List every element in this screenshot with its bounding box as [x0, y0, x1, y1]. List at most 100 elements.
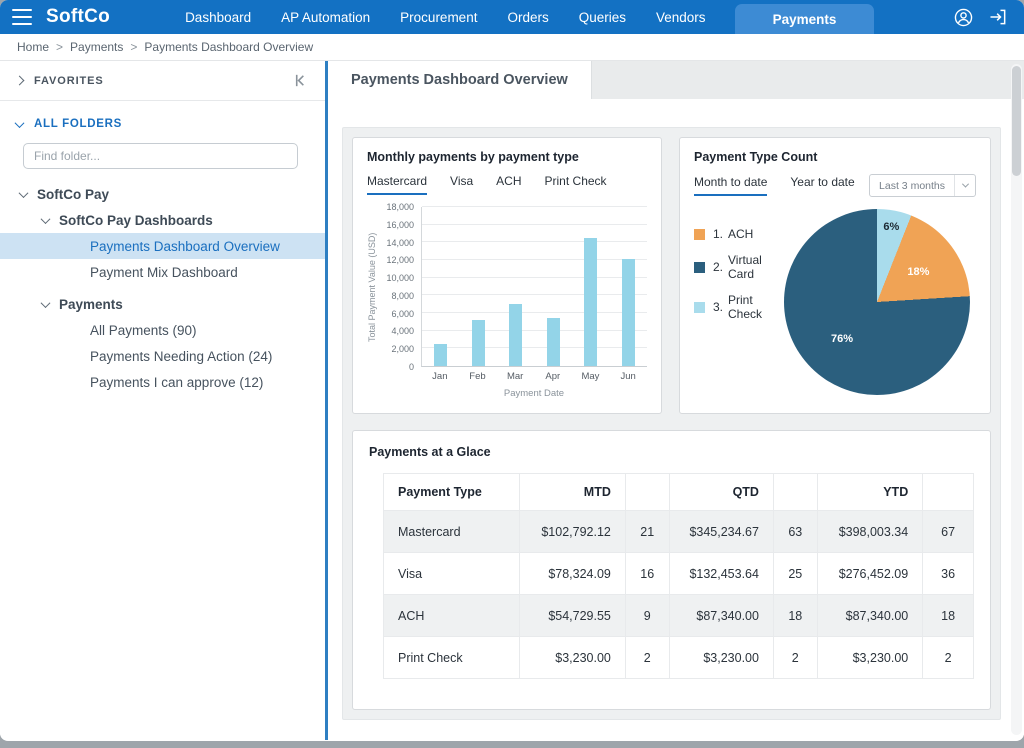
tree-item-payments[interactable]: Payments	[0, 291, 325, 317]
payment-type-cell: Visa	[384, 553, 520, 595]
top-nav-items: DashboardAP AutomationProcurementOrdersQ…	[170, 0, 874, 34]
table-header-ytd: YTD	[817, 474, 923, 511]
nav-item-queries[interactable]: Queries	[564, 0, 641, 34]
legend-label: ACH	[728, 227, 753, 241]
legend-number: 3.	[713, 300, 723, 314]
menu-icon[interactable]	[12, 9, 32, 25]
value-cell: $132,453.64	[669, 553, 773, 595]
legend-swatch	[694, 302, 705, 313]
tree-item-softco-pay[interactable]: SoftCo Pay	[0, 181, 325, 207]
value-cell: 2	[923, 637, 974, 679]
tree-item-payment-mix-dashboard[interactable]: Payment Mix Dashboard	[0, 259, 325, 285]
x-axis-tick-label: May	[575, 371, 605, 382]
value-cell: $102,792.12	[519, 511, 625, 553]
months-filter-dropdown[interactable]: Last 3 months	[869, 174, 976, 197]
nav-item-procurement[interactable]: Procurement	[385, 0, 492, 34]
chart-tab-print-check[interactable]: Print Check	[545, 174, 607, 195]
value-cell: 63	[773, 511, 817, 553]
value-cell: 36	[923, 553, 974, 595]
table-header-count-6	[923, 474, 974, 511]
chart-tab-mastercard[interactable]: Mastercard	[367, 174, 427, 195]
legend-swatch	[694, 262, 705, 273]
y-axis-tick-label: 2,000	[391, 344, 414, 354]
value-cell: 18	[923, 595, 974, 637]
legend-swatch	[694, 229, 705, 240]
tab-payments-dashboard-overview[interactable]: Payments Dashboard Overview	[328, 61, 592, 99]
chart-tab-ach[interactable]: ACH	[496, 174, 521, 195]
tree-item-softco-pay-dashboards[interactable]: SoftCo Pay Dashboards	[0, 207, 325, 233]
nav-item-vendors[interactable]: Vendors	[641, 0, 721, 34]
chevron-down-icon[interactable]	[15, 118, 25, 128]
tree-item-payments-needing-action-24[interactable]: Payments Needing Action (24)	[0, 343, 325, 369]
y-axis-tick-label: 12,000	[386, 255, 414, 265]
value-cell: 25	[773, 553, 817, 595]
all-folders-section[interactable]: ALL FOLDERS	[0, 101, 325, 130]
value-cell: $345,234.67	[669, 511, 773, 553]
bar-mar	[509, 304, 522, 366]
nav-item-dashboard[interactable]: Dashboard	[170, 0, 266, 34]
favorites-section[interactable]: FAVORITES	[0, 61, 325, 100]
tree-item-payments-dashboard-overview[interactable]: Payments Dashboard Overview	[0, 233, 325, 259]
chevron-down-icon[interactable]	[41, 298, 51, 308]
tree-item-label: Payment Mix Dashboard	[90, 265, 238, 280]
legend-label: Virtual Card	[728, 253, 784, 281]
breadcrumb-item-payments[interactable]: Payments	[70, 40, 123, 54]
tree-item-all-payments-90[interactable]: All Payments (90)	[0, 317, 325, 343]
tree-item-label: Payments Dashboard Overview	[90, 239, 280, 254]
nav-item-orders[interactable]: Orders	[492, 0, 563, 34]
chart-tab-visa[interactable]: Visa	[450, 174, 473, 195]
table-header-count-2	[625, 474, 669, 511]
logout-icon[interactable]	[988, 7, 1008, 27]
table-row: Print Check$3,230.002$3,230.002$3,230.00…	[384, 637, 974, 679]
payment-type-cell: Print Check	[384, 637, 520, 679]
find-folder-input[interactable]	[23, 143, 298, 169]
value-cell: $276,452.09	[817, 553, 923, 595]
table-row: ACH$54,729.559$87,340.0018$87,340.0018	[384, 595, 974, 637]
bar-chart: Total Payment Value (USD) 18,00016,00014…	[367, 207, 647, 399]
pie-legend: 1.ACH2.Virtual Card3.Print Check	[694, 227, 784, 395]
bar-jan	[434, 344, 447, 366]
table-header-payment-type: Payment Type	[384, 474, 520, 511]
scrollbar-thumb[interactable]	[1012, 66, 1021, 176]
value-cell: 21	[625, 511, 669, 553]
app-window: SoftCo DashboardAP AutomationProcurement…	[0, 0, 1024, 741]
dropdown-value: Last 3 months	[879, 180, 945, 192]
bar-apr	[547, 318, 560, 366]
card-payment-type-count: Payment Type Count Month to dateYear to …	[679, 137, 991, 414]
x-axis-tick-label: Mar	[500, 371, 530, 382]
main-content: Payments Dashboard Overview Monthly paym…	[328, 61, 1024, 740]
value-cell: $87,340.00	[817, 595, 923, 637]
favorites-label: FAVORITES	[34, 75, 292, 87]
card-monthly-payments: Monthly payments by payment type Masterc…	[352, 137, 662, 414]
x-axis-tick-label: Jan	[425, 371, 455, 382]
pie-chart: 6%18%76%	[784, 209, 970, 395]
table-header-row: Payment TypeMTDQTDYTD	[384, 474, 974, 511]
legend-item-print-check: 3.Print Check	[694, 293, 784, 321]
bar-cell	[613, 207, 643, 366]
y-axis-tick-label: 0	[409, 362, 414, 372]
breadcrumb-item-payments-dashboard-overview[interactable]: Payments Dashboard Overview	[144, 40, 313, 54]
collapse-panel-icon[interactable]	[292, 72, 309, 89]
value-cell: $78,324.09	[519, 553, 625, 595]
value-cell: $398,003.34	[817, 511, 923, 553]
breadcrumb: Home>Payments>Payments Dashboard Overvie…	[0, 34, 1024, 61]
nav-tab-payments[interactable]: Payments	[735, 4, 875, 34]
chevron-down-icon[interactable]	[19, 188, 29, 198]
value-cell: 2	[773, 637, 817, 679]
user-account-icon[interactable]	[953, 7, 974, 28]
breadcrumb-item-home[interactable]: Home	[17, 40, 49, 54]
bar-cell	[426, 207, 456, 366]
chevron-right-icon[interactable]	[15, 76, 25, 86]
tree-item-label: SoftCo Pay	[37, 187, 109, 202]
bar-jun	[622, 259, 635, 366]
value-cell: $3,230.00	[817, 637, 923, 679]
tree-item-payments-i-can-approve-12[interactable]: Payments I can approve (12)	[0, 369, 325, 395]
chart-tab-year-to-date[interactable]: Year to date	[790, 175, 854, 196]
nav-item-ap-automation[interactable]: AP Automation	[266, 0, 385, 34]
table-row: Mastercard$102,792.1221$345,234.6763$398…	[384, 511, 974, 553]
value-cell: $3,230.00	[669, 637, 773, 679]
x-axis-tick-label: Jun	[613, 371, 643, 382]
chevron-down-icon[interactable]	[41, 214, 51, 224]
vertical-scrollbar[interactable]	[1011, 64, 1022, 735]
chart-tab-month-to-date[interactable]: Month to date	[694, 175, 767, 196]
